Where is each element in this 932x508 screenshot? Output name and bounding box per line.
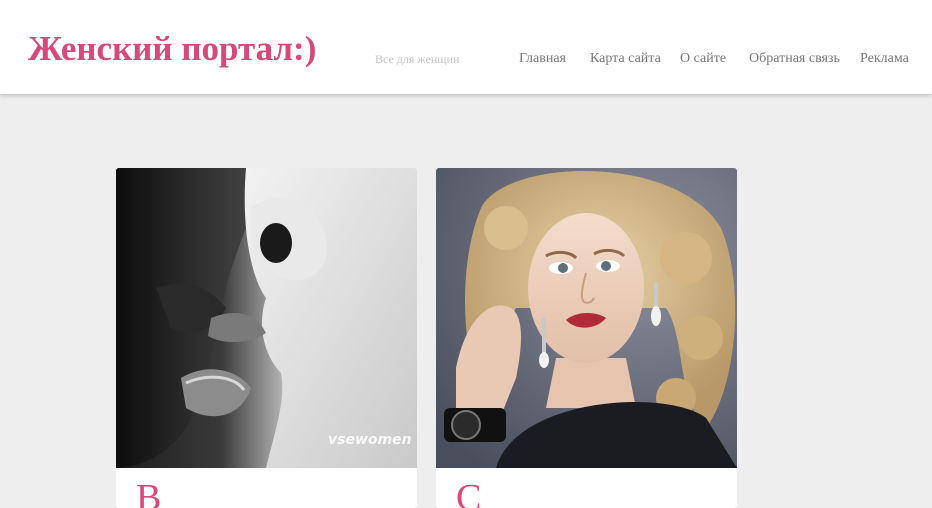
post-card[interactable]: vsewomen В [116,168,417,508]
post-grid: vsewomen В С [0,94,932,508]
post-image-kiss[interactable]: vsewomen [116,168,417,468]
nav-link-home[interactable]: Главная [519,51,566,67]
image-watermark: vsewomen [328,432,412,448]
nav-link-feedback[interactable]: Обратная связь [749,51,840,67]
post-title[interactable]: В [136,478,161,508]
nav-link-sitemap[interactable]: Карта сайта [590,51,661,67]
nav-link-advertising[interactable]: Реклама [860,51,909,67]
post-title[interactable]: С [456,478,481,508]
post-card[interactable]: С [436,168,737,508]
site-header: Женский портал:) Все для женщин Главная … [0,0,932,94]
site-tagline: Все для женщин [375,52,460,66]
nav-link-about[interactable]: О сайте [680,51,726,67]
post-image-portrait[interactable] [436,168,737,468]
site-logo[interactable]: Женский портал:) [28,29,316,69]
